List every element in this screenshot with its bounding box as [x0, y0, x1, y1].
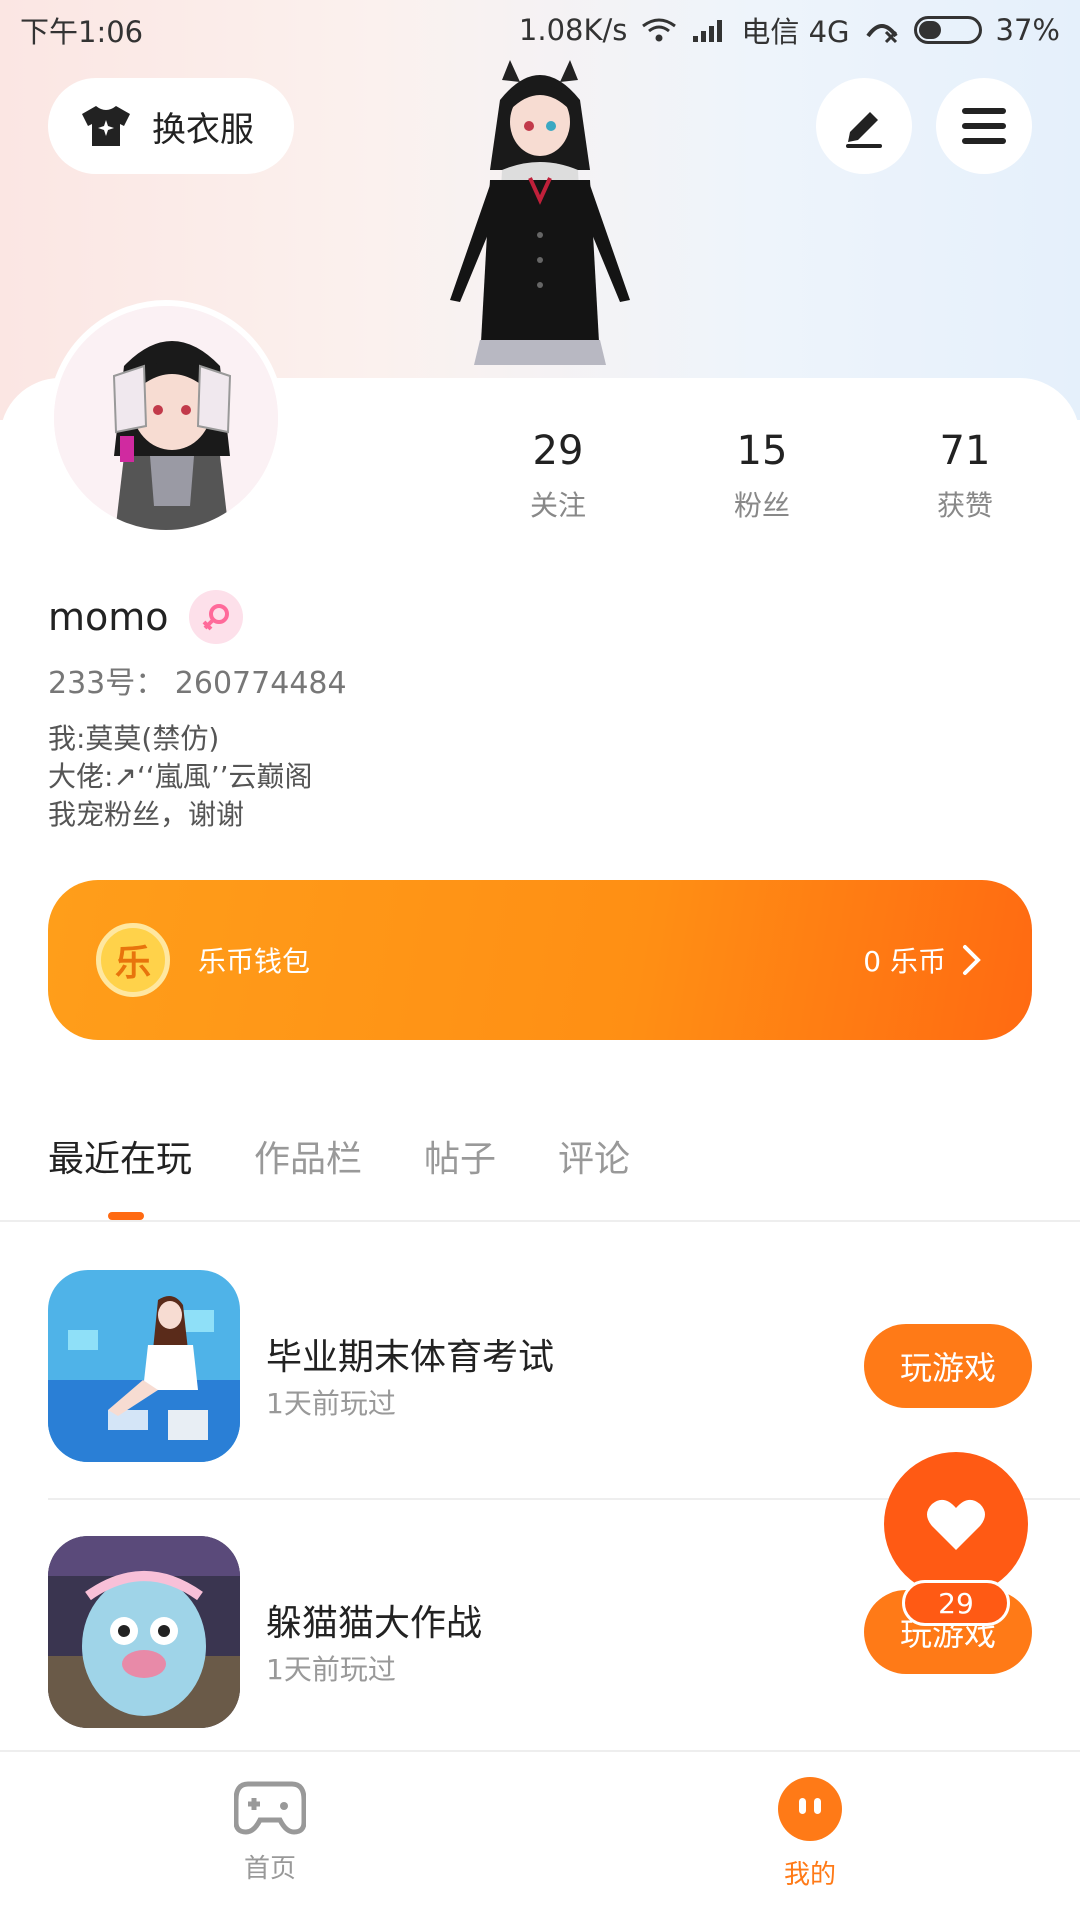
status-indicators: 1.08K/s 电信 4G 37%: [519, 9, 1060, 51]
play-game-button[interactable]: 玩游戏: [864, 1324, 1032, 1408]
avatar[interactable]: [48, 300, 284, 536]
list-item[interactable]: 毕业期末体育考试 1天前玩过 玩游戏: [48, 1270, 1032, 1462]
game-thumbnail[interactable]: [48, 1536, 240, 1728]
bio-line: 我:莫莫(禁仿): [48, 722, 220, 755]
tabs-divider: [0, 1220, 1080, 1222]
tab-posts[interactable]: 帖子: [424, 1130, 496, 1182]
profile-tabs: 最近在玩 作品栏 帖子 评论: [48, 1130, 630, 1182]
user-bio: 我:莫莫(禁仿) 大佬:↗‘‘嵐風’’云巅阁 我宠粉丝，谢谢: [48, 720, 313, 834]
list-item[interactable]: 躲猫猫大作战 1天前玩过 玩游戏: [48, 1536, 1032, 1728]
user-id: 233号： 260774484: [48, 666, 347, 701]
tab-works[interactable]: 作品栏: [254, 1130, 362, 1182]
status-bar: 下午1:06 1.08K/s 电信 4G 37%: [0, 0, 1080, 60]
tshirt-icon: [82, 106, 130, 146]
edit-profile-button[interactable]: [816, 78, 912, 174]
nav-home[interactable]: 首页: [170, 1776, 370, 1885]
wallet-label: 乐币钱包: [198, 945, 311, 978]
nav-home-label: 首页: [243, 1854, 296, 1884]
stat-following[interactable]: 29 关注: [483, 428, 633, 524]
battery-fill: [918, 21, 942, 39]
status-time: 下午1:06: [20, 15, 144, 49]
game-title: 躲猫猫大作战: [266, 1603, 483, 1644]
battery-percent: 37%: [995, 13, 1060, 47]
bottom-navigation: 首页 我的: [0, 1750, 1080, 1920]
nav-mine[interactable]: 我的: [710, 1776, 910, 1891]
coin-wallet-button[interactable]: 乐 乐币钱包 0 乐币: [48, 880, 1032, 1040]
wallet-amount: 0 乐币: [863, 945, 946, 978]
gamepad-icon: [234, 1781, 306, 1835]
wallet-balance: 0 乐币: [863, 940, 984, 980]
carrier-label: 电信 4G: [741, 15, 850, 49]
female-gender-icon: [188, 590, 243, 644]
game-title: 毕业期末体育考试: [266, 1337, 555, 1378]
active-tab-indicator: [108, 1212, 144, 1220]
stat-following-label: 关注: [529, 489, 586, 522]
bio-line: 我宠粉丝，谢谢: [48, 798, 245, 831]
change-outfit-button[interactable]: 换衣服: [48, 78, 294, 174]
change-outfit-label: 换衣服: [152, 109, 254, 150]
stat-fans-label: 粉丝: [733, 489, 790, 522]
network-speed: 1.08K/s: [518, 13, 628, 47]
battery-icon: [913, 16, 982, 44]
wifi-icon: [642, 18, 677, 42]
avatar-3d-character[interactable]: [430, 60, 650, 380]
tab-comments[interactable]: 评论: [558, 1130, 630, 1182]
profile-face-icon: [778, 1777, 842, 1841]
pencil-icon: [846, 112, 882, 148]
game-thumbnail[interactable]: [48, 1270, 240, 1462]
username: momo: [48, 595, 169, 639]
last-played: 1天前玩过: [266, 1653, 396, 1686]
stat-following-value: 29: [532, 428, 584, 474]
signal-icon: [693, 20, 723, 42]
like-count-badge: 29: [902, 1580, 1010, 1626]
stat-likes-value: 71: [939, 428, 991, 474]
chevron-right-icon: [963, 945, 981, 975]
heart-icon: [927, 1499, 985, 1550]
stat-likes-label: 获赞: [936, 489, 993, 522]
hamburger-menu-icon: [962, 108, 1006, 144]
like-button[interactable]: [884, 1452, 1028, 1596]
tab-recently-played[interactable]: 最近在玩: [48, 1130, 192, 1182]
username-row: momo: [48, 590, 243, 644]
stat-likes[interactable]: 71 获赞: [890, 428, 1040, 524]
stat-fans[interactable]: 15 粉丝: [687, 428, 837, 524]
nav-mine-label: 我的: [783, 1860, 836, 1890]
no-call-icon: [865, 24, 898, 44]
menu-button[interactable]: [936, 78, 1032, 174]
last-played: 1天前玩过: [266, 1387, 396, 1420]
coin-icon: 乐: [96, 923, 170, 997]
stat-fans-value: 15: [736, 428, 788, 474]
bio-line: 大佬:↗‘‘嵐風’’云巅阁: [48, 760, 313, 793]
